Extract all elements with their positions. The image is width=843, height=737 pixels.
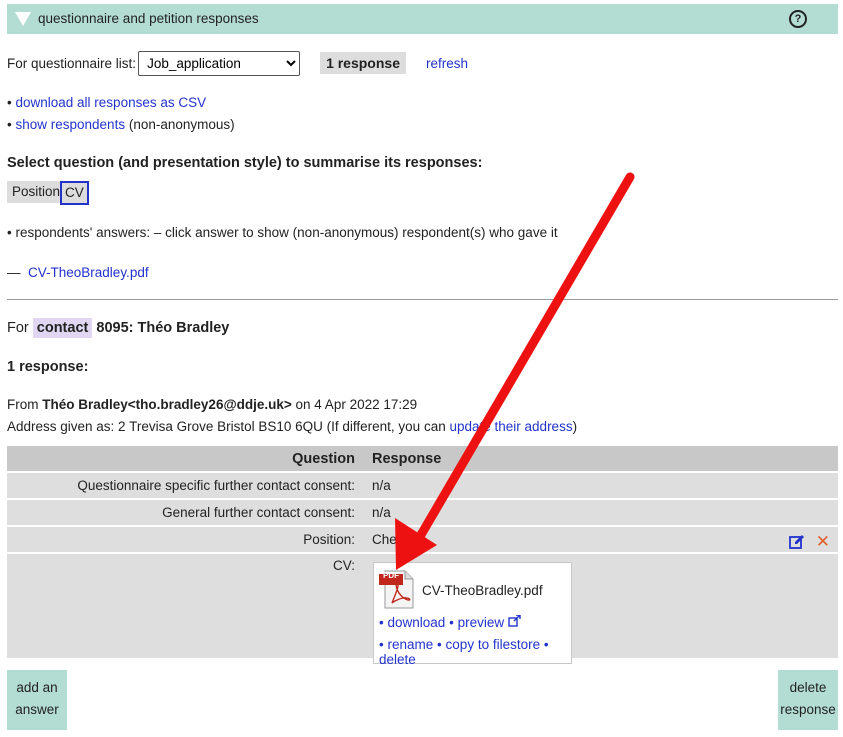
contact-tag[interactable]: contact <box>32 318 93 338</box>
questionnaire-select[interactable]: Job_application <box>138 50 301 76</box>
bullet: • <box>7 95 12 110</box>
add-answer-button[interactable]: add an answer <box>7 670 67 730</box>
download-csv-line: • download all responses as CSV <box>7 95 206 110</box>
from-line: From Théo Bradley<tho.bradley26@ddje.uk>… <box>7 397 417 412</box>
table-row: General further contact consent: n/a <box>7 500 838 527</box>
contact-prefix: For <box>7 320 29 336</box>
file-links-row2: • rename • copy to filestore • delete <box>379 637 571 667</box>
delete-answer-icon[interactable]: ✕ <box>816 532 830 552</box>
show-respondents-link[interactable]: show respondents <box>16 117 126 132</box>
bullet: • <box>449 615 454 630</box>
from-label: From <box>7 397 39 412</box>
download-csv-link[interactable]: download all responses as CSV <box>16 95 207 110</box>
from-name: Théo Bradley<tho.bradley26@ddje.uk> <box>42 397 292 412</box>
table-header-row: Question Response <box>7 446 838 473</box>
summary-heading: Select question (and presentation style)… <box>7 155 483 171</box>
address-close: ) <box>572 419 578 434</box>
bullet: • <box>7 117 12 132</box>
add-answer-label-1: add an <box>16 680 58 695</box>
table-response: n/a <box>372 478 391 493</box>
summary-button-cv[interactable]: CV <box>60 181 89 205</box>
file-download-link[interactable]: download <box>388 615 446 630</box>
table-question: Position: <box>303 532 355 547</box>
summary-button-position[interactable]: Position <box>7 181 66 203</box>
table-header-response: Response <box>372 451 442 467</box>
table-response: n/a <box>372 505 391 520</box>
questionnaire-row: For questionnaire list: Job_application … <box>7 50 468 76</box>
file-box: PDF CV-TheoBradley.pdf • download • prev… <box>373 562 572 667</box>
address-text: Address given as: 2 Trevisa Grove Bristo… <box>7 419 446 434</box>
contact-id-name: 8095: Théo Bradley <box>96 320 230 336</box>
file-copy-link[interactable]: copy to filestore <box>446 637 541 652</box>
add-answer-label-2: answer <box>15 702 59 717</box>
address-line: Address given as: 2 Trevisa Grove Bristo… <box>7 419 577 434</box>
file-preview-link[interactable]: preview <box>458 615 505 630</box>
table-question: CV: <box>332 558 355 573</box>
bullet: • <box>379 637 384 652</box>
bullet: • <box>379 615 384 630</box>
response-date: on 4 Apr 2022 17:29 <box>295 397 418 412</box>
delete-response-label-1: delete <box>789 680 827 695</box>
show-respondents-line: • show respondents (non-anonymous) <box>7 117 235 132</box>
answer-line: — CV-TheoBradley.pdf <box>7 265 149 280</box>
table-question: Questionnaire specific further contact c… <box>77 478 355 493</box>
update-address-link[interactable]: update their address <box>449 419 572 434</box>
external-link-icon[interactable] <box>508 614 521 627</box>
bullet: • <box>437 637 442 652</box>
bullet: • <box>543 637 549 652</box>
table-response: Chef <box>372 532 401 547</box>
table-question: General further contact consent: <box>162 505 355 520</box>
delete-response-button[interactable]: delete response <box>778 670 838 730</box>
section-title: questionnaire and petition responses <box>38 11 259 26</box>
help-icon[interactable]: ? <box>789 10 807 28</box>
answer-dash: — <box>7 265 21 280</box>
answer-cv-link[interactable]: CV-TheoBradley.pdf <box>28 265 149 280</box>
file-rename-link[interactable]: rename <box>388 637 434 652</box>
pdf-label: PDF <box>383 571 399 580</box>
refresh-link[interactable]: refresh <box>426 56 468 71</box>
file-name: CV-TheoBradley.pdf <box>422 583 543 598</box>
section-header[interactable]: questionnaire and petition responses ? <box>7 4 838 34</box>
table-row: Questionnaire specific further contact c… <box>7 473 838 500</box>
response-count-badge: 1 response <box>320 52 406 74</box>
table-row: CV: PDF CV-TheoBradley.pdf • download • … <box>7 554 838 667</box>
collapse-triangle-icon[interactable] <box>15 12 31 26</box>
response-table: Question Response Questionnaire specific… <box>7 446 838 667</box>
edit-icon[interactable] <box>789 534 805 550</box>
file-delete-link[interactable]: delete <box>379 652 416 667</box>
responses-heading: 1 response: <box>7 359 89 375</box>
contact-line: For contact 8095: Théo Bradley <box>7 318 230 338</box>
table-header-question: Question <box>292 451 355 467</box>
non-anonymous-note: (non-anonymous) <box>128 117 235 132</box>
questionnaire-label: For questionnaire list: <box>7 55 137 71</box>
table-row: Position: Chef ✕ <box>7 527 838 554</box>
file-links-row1: • download • preview <box>379 614 521 630</box>
delete-response-label-2: response <box>780 702 836 717</box>
divider <box>7 299 838 300</box>
answers-note: • respondents' answers: – click answer t… <box>7 225 558 240</box>
